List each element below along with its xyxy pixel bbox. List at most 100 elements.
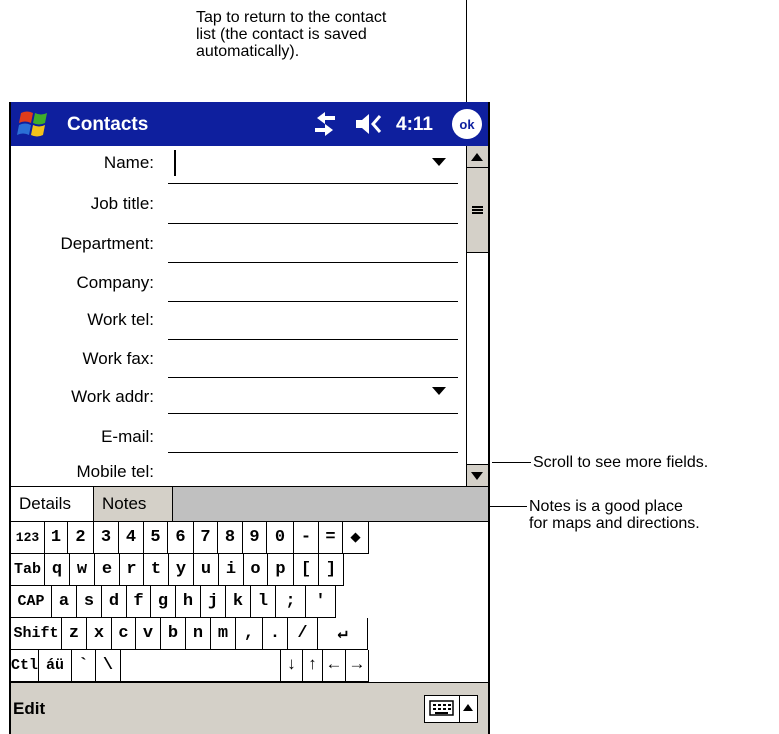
key-arrow-down[interactable]: ↓ [281, 650, 303, 682]
key-apostrophe[interactable]: ' [306, 586, 336, 618]
department-input[interactable] [168, 262, 458, 263]
key-k[interactable]: k [226, 586, 251, 618]
sync-icon[interactable] [311, 112, 339, 136]
title-bar: Contacts 4:11 ok [11, 102, 488, 146]
key-backslash[interactable]: \ [96, 650, 121, 682]
menu-edit[interactable]: Edit [13, 699, 45, 719]
key-backtick[interactable]: ` [72, 650, 96, 682]
key-ctrl[interactable]: Ctl [11, 650, 39, 682]
ok-button[interactable]: ok [452, 109, 482, 139]
key-w[interactable]: w [70, 554, 95, 586]
key-semicolon[interactable]: ; [276, 586, 306, 618]
key-m[interactable]: m [211, 618, 236, 650]
key-123[interactable]: 123 [11, 522, 45, 554]
email-input[interactable] [168, 452, 458, 453]
key-i[interactable]: i [219, 554, 244, 586]
key-backspace[interactable]: ◆ [343, 522, 369, 554]
key-3[interactable]: 3 [94, 522, 119, 554]
pocket-pc-screen: Contacts 4:11 ok Name: Job title: Depart… [9, 102, 490, 734]
key-equals[interactable]: = [319, 522, 343, 554]
key-tab[interactable]: Tab [11, 554, 45, 586]
key-comma[interactable]: , [236, 618, 263, 650]
form-scrollbar[interactable] [466, 146, 488, 486]
key-a[interactable]: a [52, 586, 77, 618]
scroll-up-button[interactable] [467, 146, 488, 168]
keyboard-glyph-icon [429, 700, 454, 716]
key-intl[interactable]: áü [39, 650, 72, 682]
keyboard-icon[interactable] [424, 695, 460, 723]
field-label-work-tel: Work tel: [87, 310, 154, 329]
clock[interactable]: 4:11 [396, 114, 433, 136]
field-label-work-fax: Work fax: [82, 349, 154, 368]
volume-icon[interactable] [354, 112, 388, 136]
work-fax-input[interactable] [168, 377, 458, 378]
key-b[interactable]: b [161, 618, 186, 650]
key-j[interactable]: j [201, 586, 226, 618]
key-t[interactable]: t [144, 554, 169, 586]
key-u[interactable]: u [194, 554, 219, 586]
callout-line-scroll [492, 462, 531, 463]
field-label-email: E-mail: [101, 427, 154, 446]
key-z[interactable]: z [62, 618, 87, 650]
key-caps[interactable]: CAP [11, 586, 52, 618]
key-6[interactable]: 6 [168, 522, 194, 554]
field-label-mobile-tel: Mobile tel: [76, 462, 154, 481]
key-arrow-up[interactable]: ↑ [303, 650, 323, 682]
key-left-bracket[interactable]: [ [294, 554, 319, 586]
key-5[interactable]: 5 [144, 522, 168, 554]
key-y[interactable]: y [169, 554, 194, 586]
key-0[interactable]: 0 [267, 522, 294, 554]
key-space[interactable] [121, 650, 281, 682]
callout-ok: Tap to return to the contact list (the c… [196, 9, 387, 60]
key-slash[interactable]: / [288, 618, 318, 650]
key-shift[interactable]: Shift [11, 618, 62, 650]
key-f[interactable]: f [127, 586, 151, 618]
key-r[interactable]: r [120, 554, 144, 586]
key-c[interactable]: c [112, 618, 136, 650]
name-dropdown-arrow[interactable] [432, 158, 446, 166]
key-e[interactable]: e [95, 554, 120, 586]
work-addr-input[interactable] [168, 413, 458, 414]
tab-notes[interactable]: Notes [94, 487, 173, 521]
key-l[interactable]: l [251, 586, 276, 618]
key-minus[interactable]: - [294, 522, 319, 554]
job-title-input[interactable] [168, 223, 458, 224]
key-g[interactable]: g [151, 586, 176, 618]
key-arrow-right[interactable]: → [346, 650, 369, 682]
key-7[interactable]: 7 [194, 522, 218, 554]
work-tel-input[interactable] [168, 339, 458, 340]
company-input[interactable] [168, 301, 458, 302]
key-arrow-left[interactable]: ← [323, 650, 346, 682]
up-arrow-icon [471, 153, 483, 161]
key-enter[interactable]: ↵ [318, 618, 368, 650]
soft-keyboard: 123 1 2 3 4 5 6 7 8 9 0 - = ◆ Tab q w e … [11, 521, 488, 682]
key-right-bracket[interactable]: ] [319, 554, 344, 586]
key-p[interactable]: p [268, 554, 294, 586]
scroll-down-button[interactable] [467, 464, 488, 486]
key-9[interactable]: 9 [243, 522, 267, 554]
key-s[interactable]: s [77, 586, 102, 618]
key-n[interactable]: n [186, 618, 211, 650]
input-method-arrow[interactable] [460, 695, 478, 723]
work-addr-dropdown-arrow[interactable] [432, 387, 446, 395]
tab-details[interactable]: Details [11, 487, 94, 521]
key-2[interactable]: 2 [68, 522, 94, 554]
key-8[interactable]: 8 [218, 522, 243, 554]
callout-line-ok [466, 0, 467, 106]
field-label-work-addr: Work addr: [71, 387, 154, 406]
key-4[interactable]: 4 [119, 522, 144, 554]
tab-bar: Details Notes [11, 486, 488, 521]
key-x[interactable]: x [87, 618, 112, 650]
key-period[interactable]: . [263, 618, 288, 650]
scroll-thumb[interactable] [467, 168, 488, 253]
key-q[interactable]: q [45, 554, 70, 586]
key-1[interactable]: 1 [45, 522, 68, 554]
windows-flag-icon[interactable] [15, 107, 55, 141]
key-o[interactable]: o [244, 554, 268, 586]
key-d[interactable]: d [102, 586, 127, 618]
key-h[interactable]: h [176, 586, 201, 618]
callout-scroll: Scroll to see more fields. [533, 454, 709, 471]
name-input[interactable] [168, 183, 458, 184]
key-v[interactable]: v [136, 618, 161, 650]
callout-notes: Notes is a good place for maps and direc… [529, 498, 700, 532]
